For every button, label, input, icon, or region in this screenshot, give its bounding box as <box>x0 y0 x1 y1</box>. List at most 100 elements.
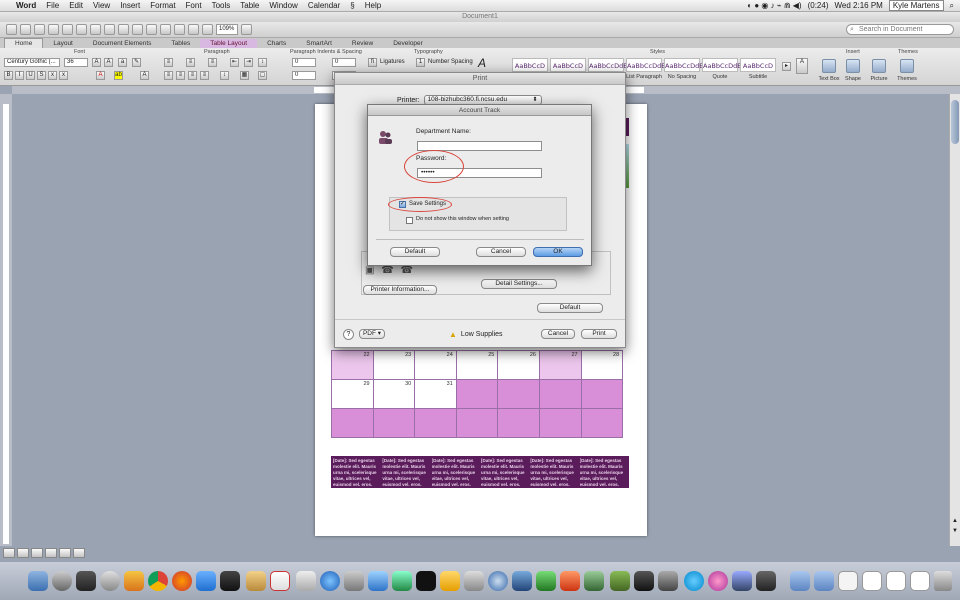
clock[interactable]: Wed 2:16 PM <box>835 1 883 10</box>
italic-icon[interactable]: I <box>15 71 24 80</box>
style-heading1[interactable]: AaBbCcD <box>550 58 586 72</box>
tab-tables[interactable]: Tables <box>161 39 200 48</box>
ligatures-label[interactable]: Ligatures <box>380 59 405 65</box>
print-layout-view-icon[interactable] <box>45 548 57 558</box>
terminal-icon[interactable] <box>416 571 436 591</box>
dashboard-icon[interactable] <box>76 571 96 591</box>
calendar-cell[interactable] <box>497 408 540 438</box>
themes-label[interactable]: Themes <box>894 76 920 82</box>
style-no-spacing[interactable]: AaBbCcDdE <box>664 58 703 72</box>
calendar-cell[interactable]: 23 <box>372 350 416 380</box>
calendar-cell[interactable] <box>455 379 499 409</box>
calendar-cell[interactable]: 27 <box>538 350 582 380</box>
align-left-icon[interactable]: ≡ <box>164 71 173 80</box>
picture-icon[interactable] <box>872 59 886 73</box>
menu-tools[interactable]: Tools <box>212 1 231 10</box>
undo-icon[interactable] <box>132 24 143 35</box>
status-icons[interactable]: ◐ ● ◉ ♪ ⌁ ⋒ ◀) <box>747 1 801 10</box>
tab-layout[interactable]: Layout <box>43 39 83 48</box>
calendar-cell[interactable] <box>455 408 499 438</box>
calculator-icon[interactable] <box>296 571 316 591</box>
templates-icon[interactable] <box>20 24 31 35</box>
style-list-paragraph[interactable]: AaBbCcDdE <box>626 58 665 72</box>
format-painter-icon[interactable] <box>118 24 129 35</box>
calendar-cell[interactable]: 26 <box>497 350 540 380</box>
gallery-icon[interactable] <box>174 24 185 35</box>
tab-developer[interactable]: Developer <box>383 39 433 48</box>
menu-table[interactable]: Table <box>240 1 259 10</box>
picture-label[interactable]: Picture <box>866 76 892 82</box>
text-effects-icon[interactable]: A <box>140 71 149 80</box>
calendar-cell[interactable]: 22 <box>331 350 374 380</box>
print-icon[interactable] <box>62 24 73 35</box>
minecraft-icon[interactable] <box>610 571 630 591</box>
printer-information-button[interactable]: Printer Information... <box>363 285 437 295</box>
paste-icon[interactable] <box>104 24 115 35</box>
publishing-view-icon[interactable] <box>31 548 43 558</box>
ok-button[interactable]: OK <box>533 247 583 257</box>
skype-icon[interactable] <box>684 571 704 591</box>
menu-calendar[interactable]: Calendar <box>308 1 340 10</box>
menu-file[interactable]: File <box>46 1 59 10</box>
battery-status[interactable]: (0:24) <box>808 1 829 10</box>
iphoto-icon[interactable] <box>732 571 752 591</box>
multilevel-icon[interactable]: ≡ <box>208 58 217 67</box>
text-box-icon[interactable] <box>822 59 836 73</box>
vertical-scrollbar[interactable]: ▲ ▼ <box>949 94 960 546</box>
dont-show-checkbox[interactable] <box>406 217 413 224</box>
game-center-icon[interactable] <box>708 571 728 591</box>
contacts-icon[interactable] <box>246 571 266 591</box>
calendar-cell[interactable] <box>372 408 416 438</box>
calendar-cell[interactable]: 29 <box>331 379 374 409</box>
network-icon[interactable] <box>440 571 460 591</box>
ligatures-icon[interactable]: fi <box>368 58 377 67</box>
borders-icon[interactable]: ▢ <box>258 71 267 80</box>
detail-settings-button[interactable]: Detail Settings... <box>481 279 557 289</box>
shrink-font-icon[interactable]: A <box>104 58 113 67</box>
sort-icon[interactable]: ↕ <box>258 58 267 67</box>
show-paragraph-icon[interactable] <box>160 24 171 35</box>
menu-help[interactable]: Help <box>365 1 381 10</box>
focus-view-icon[interactable] <box>73 548 85 558</box>
style-normal[interactable]: AaBbCcD <box>512 58 548 72</box>
number-spacing-label[interactable]: Number Spacing <box>428 59 473 65</box>
calendar-cell[interactable] <box>580 379 624 409</box>
calendar-icon[interactable] <box>270 571 290 591</box>
strikethrough-icon[interactable]: S <box>37 71 46 80</box>
help-button[interactable]: ? <box>343 329 354 340</box>
styles-pane-icon[interactable]: A <box>796 58 808 74</box>
calendar-cell[interactable] <box>580 408 624 438</box>
font-size-select[interactable]: 36 <box>64 58 88 67</box>
scroll-thumb[interactable] <box>951 100 959 144</box>
indent-left-field[interactable]: 0 <box>292 58 316 67</box>
calendar-cell[interactable]: 30 <box>372 379 416 409</box>
calendar-cell[interactable]: 24 <box>414 350 457 380</box>
print-default-button[interactable]: Default <box>537 303 603 313</box>
draft-view-icon[interactable] <box>3 548 15 558</box>
calendar-cell[interactable]: 31 <box>414 379 457 409</box>
document-stack-icon[interactable] <box>838 571 858 591</box>
tab-table-layout[interactable]: Table Layout <box>200 39 258 48</box>
shape-icon[interactable] <box>846 59 860 73</box>
calendar-table[interactable]: 22 23 24 25 26 27 28 29 30 31 <box>331 350 629 438</box>
system-preferences-icon[interactable] <box>100 571 120 591</box>
tool-icon[interactable] <box>584 571 604 591</box>
style-subtitle[interactable]: AaBbCcD <box>740 58 776 72</box>
increase-indent-icon[interactable]: ⇥ <box>244 58 253 67</box>
save-icon[interactable] <box>48 24 59 35</box>
menu-font[interactable]: Font <box>186 1 202 10</box>
font-color-icon[interactable]: A <box>96 71 105 80</box>
firefox-icon[interactable] <box>172 571 192 591</box>
toolbox-icon[interactable] <box>202 24 213 35</box>
calendar-cell[interactable]: 25 <box>455 350 499 380</box>
tab-smartart[interactable]: SmartArt <box>296 39 342 48</box>
launchpad-icon[interactable] <box>52 571 72 591</box>
low-supplies-indicator[interactable]: ▲ Low Supplies <box>449 330 503 339</box>
preview-icon[interactable] <box>124 571 144 591</box>
downloads-stack-icon[interactable] <box>862 571 882 591</box>
new-doc-icon[interactable] <box>6 24 17 35</box>
help-icon[interactable] <box>241 24 252 35</box>
redo-icon[interactable] <box>146 24 157 35</box>
tab-review[interactable]: Review <box>342 39 383 48</box>
align-right-icon[interactable]: ≡ <box>188 71 197 80</box>
